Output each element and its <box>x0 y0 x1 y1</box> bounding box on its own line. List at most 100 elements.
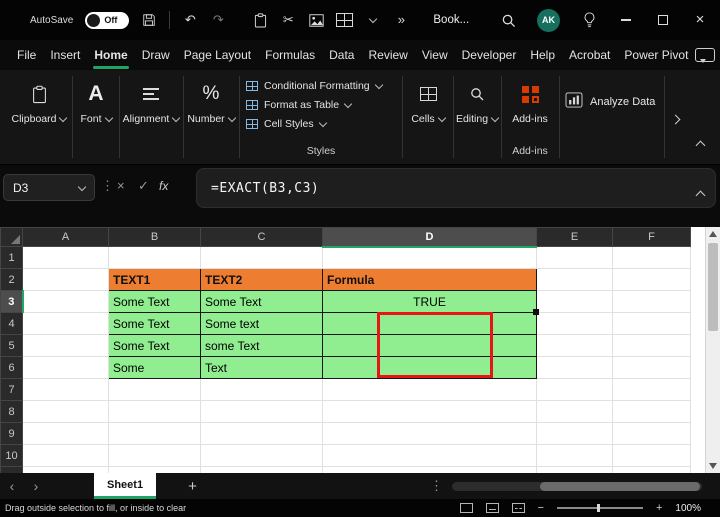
picture-icon[interactable] <box>308 11 324 29</box>
save-icon[interactable] <box>141 11 157 29</box>
cell[interactable] <box>22 356 109 379</box>
cell[interactable] <box>108 378 201 401</box>
undo-icon[interactable]: ↶ <box>182 11 198 29</box>
comments-icon[interactable] <box>695 48 716 63</box>
cell-C2[interactable]: TEXT2 <box>200 268 323 291</box>
cell[interactable] <box>612 334 691 357</box>
cut-icon[interactable]: ✂ <box>280 11 296 29</box>
row-header-2[interactable]: 2 <box>0 268 23 291</box>
table-icon[interactable] <box>336 11 354 29</box>
name-box[interactable]: D3 <box>3 174 95 201</box>
page-break-view-icon[interactable] <box>511 503 525 513</box>
cell[interactable] <box>108 444 201 467</box>
tab-insert[interactable]: Insert <box>43 40 87 70</box>
cell[interactable] <box>536 356 613 379</box>
tab-file[interactable]: File <box>10 40 43 70</box>
cell[interactable] <box>612 422 691 445</box>
number-group-button[interactable]: % Number <box>187 82 236 125</box>
cell[interactable] <box>536 378 613 401</box>
row-header-3[interactable]: 3 <box>0 290 24 313</box>
close-button[interactable]: × <box>692 11 708 29</box>
previous-sheet-button[interactable]: ‹ <box>0 478 24 494</box>
cell[interactable] <box>536 312 613 335</box>
lightbulb-icon[interactable] <box>581 11 597 29</box>
tab-page-layout[interactable]: Page Layout <box>177 40 258 70</box>
cell[interactable] <box>22 422 109 445</box>
editing-group-button[interactable]: Editing <box>456 82 500 125</box>
collapse-ribbon-button[interactable] <box>695 136 706 154</box>
cell[interactable] <box>322 378 537 401</box>
clipboard-group-button[interactable]: Clipboard <box>10 82 68 125</box>
tab-help[interactable]: Help <box>523 40 562 70</box>
row-header-7[interactable]: 7 <box>0 378 23 401</box>
cell[interactable] <box>322 444 537 467</box>
cell-D6[interactable] <box>322 356 537 379</box>
cell[interactable] <box>22 290 109 313</box>
active-cell-D3[interactable]: TRUE <box>322 290 537 313</box>
cell[interactable] <box>612 356 691 379</box>
cell-B5[interactable]: Some Text <box>108 334 201 357</box>
cell[interactable] <box>200 246 323 269</box>
chevron-down-icon[interactable] <box>365 11 381 29</box>
zoom-out-button[interactable]: − <box>538 502 544 514</box>
cell[interactable] <box>536 246 613 269</box>
tab-formulas[interactable]: Formulas <box>258 40 322 70</box>
tab-data[interactable]: Data <box>322 40 361 70</box>
cell[interactable] <box>536 268 613 291</box>
tab-acrobat[interactable]: Acrobat <box>562 40 617 70</box>
avatar[interactable]: AK <box>537 8 560 32</box>
cell-B2[interactable]: TEXT1 <box>108 268 201 291</box>
drag-handle-icon[interactable]: ⋮ <box>101 178 114 194</box>
more-commands-icon[interactable]: » <box>393 11 409 29</box>
row-header-6[interactable]: 6 <box>0 356 23 379</box>
cell[interactable] <box>612 246 691 269</box>
cell[interactable] <box>612 378 691 401</box>
sheet-options-icon[interactable]: ⋮ <box>430 478 443 494</box>
copy-icon[interactable] <box>252 11 268 29</box>
cell[interactable] <box>22 268 109 291</box>
cell[interactable] <box>322 246 537 269</box>
cell[interactable] <box>200 422 323 445</box>
cell[interactable] <box>612 268 691 291</box>
cell[interactable] <box>612 444 691 467</box>
cell-D2[interactable]: Formula <box>322 268 537 291</box>
formula-input[interactable]: =EXACT(B3,C3) <box>196 168 716 208</box>
row-header-4[interactable]: 4 <box>0 312 23 335</box>
cell[interactable] <box>22 246 109 269</box>
tab-developer[interactable]: Developer <box>455 40 524 70</box>
cell-B6[interactable]: Some <box>108 356 201 379</box>
row-header-1[interactable]: 1 <box>0 246 23 269</box>
page-layout-view-icon[interactable] <box>485 503 499 513</box>
sheet-tab-sheet1[interactable]: Sheet1 <box>94 473 157 499</box>
row-header-8[interactable]: 8 <box>0 400 23 423</box>
cell[interactable] <box>22 444 109 467</box>
format-as-table-button[interactable]: Format as Table <box>246 97 398 112</box>
cell[interactable] <box>108 400 201 423</box>
scroll-down-icon[interactable] <box>709 463 717 469</box>
cell[interactable] <box>108 246 201 269</box>
cell-C6[interactable]: Text <box>200 356 323 379</box>
alignment-group-button[interactable]: Alignment <box>123 82 181 125</box>
normal-view-icon[interactable] <box>459 503 473 513</box>
cell[interactable] <box>200 444 323 467</box>
cell[interactable] <box>612 290 691 313</box>
vertical-scrollbar-thumb[interactable] <box>708 243 718 331</box>
conditional-formatting-button[interactable]: Conditional Formatting <box>246 78 398 93</box>
tab-home[interactable]: Home <box>87 40 134 70</box>
insert-function-icon[interactable]: fx <box>159 179 168 193</box>
cell-D5[interactable] <box>322 334 537 357</box>
tab-draw[interactable]: Draw <box>135 40 177 70</box>
horizontal-scrollbar-thumb[interactable] <box>540 482 700 491</box>
add-ins-button[interactable]: Add-ins <box>504 82 556 125</box>
cell[interactable] <box>200 378 323 401</box>
minimize-button[interactable] <box>618 11 634 29</box>
cells-group-button[interactable]: Cells <box>405 82 451 125</box>
column-header-D[interactable]: D <box>322 227 537 248</box>
row-header-10[interactable]: 10 <box>0 444 23 467</box>
tab-view[interactable]: View <box>415 40 455 70</box>
maximize-button[interactable] <box>655 11 671 29</box>
zoom-in-button[interactable]: + <box>656 502 662 514</box>
row-header-5[interactable]: 5 <box>0 334 23 357</box>
cell[interactable] <box>322 400 537 423</box>
enter-entry-icon[interactable]: ✓ <box>138 178 149 194</box>
